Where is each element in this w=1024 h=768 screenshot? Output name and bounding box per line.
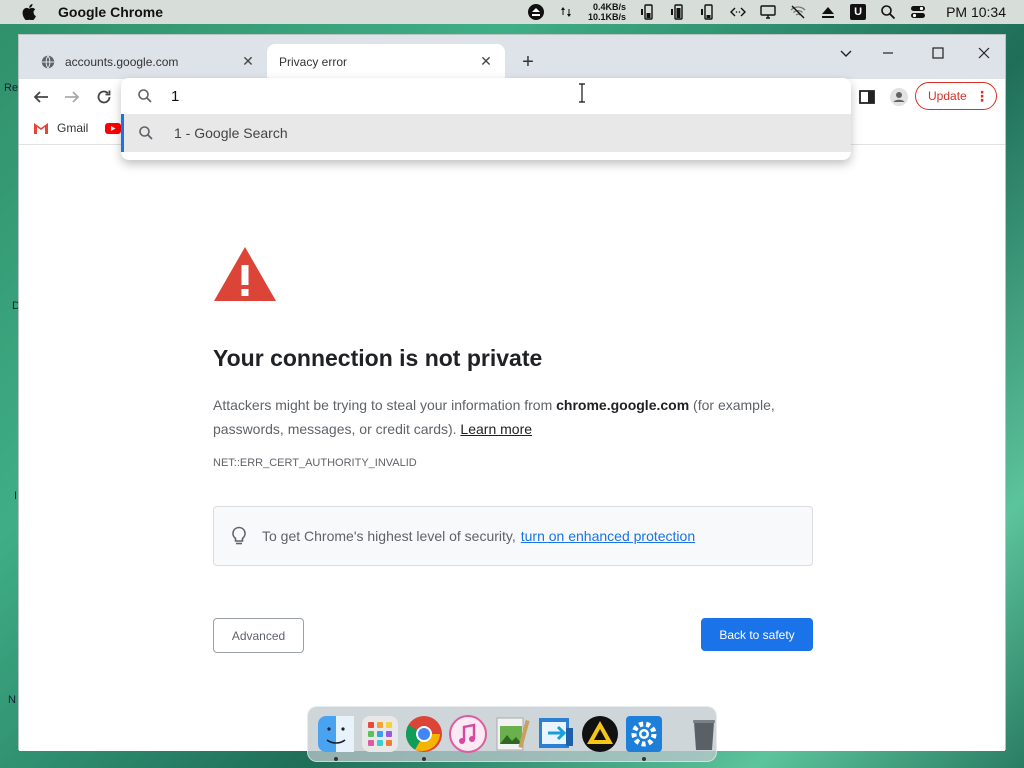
profile-avatar-icon[interactable] bbox=[887, 85, 911, 109]
page-title: Your connection is not private bbox=[213, 345, 543, 371]
dock-chrome[interactable] bbox=[404, 714, 444, 761]
trash-icon bbox=[693, 720, 715, 750]
interstitial-page: Your connection is not private Attackers… bbox=[19, 145, 1005, 751]
info-text: To get Chrome's highest level of securit… bbox=[262, 528, 516, 544]
desktop-label: Re bbox=[4, 82, 19, 94]
finder-icon bbox=[318, 716, 354, 752]
reload-icon[interactable] bbox=[92, 85, 116, 109]
dock-vlc[interactable] bbox=[580, 714, 620, 754]
dock-preview[interactable] bbox=[492, 714, 532, 754]
settings-icon bbox=[626, 716, 662, 752]
minimize-icon[interactable] bbox=[871, 41, 905, 65]
side-panel-icon[interactable] bbox=[855, 85, 879, 109]
itunes-icon bbox=[449, 715, 487, 753]
tab-search-chevron-icon[interactable] bbox=[829, 41, 863, 65]
tab-accounts-google[interactable]: accounts.google.com ✕ bbox=[29, 44, 267, 79]
tab-label: accounts.google.com bbox=[65, 54, 179, 69]
vlc-icon bbox=[582, 716, 618, 752]
menu-clock[interactable]: PM 10:34 bbox=[946, 4, 1006, 20]
bookmark-label: Gmail bbox=[57, 121, 89, 135]
gmail-icon bbox=[34, 123, 48, 134]
wifi-off-icon[interactable] bbox=[790, 4, 806, 20]
eject-triangle-icon[interactable] bbox=[820, 4, 836, 20]
launchpad-icon bbox=[362, 716, 398, 752]
new-tab-plus-icon[interactable]: + bbox=[517, 51, 539, 73]
lightbulb-icon bbox=[232, 526, 246, 545]
globe-icon bbox=[41, 55, 55, 68]
dock-launchpad[interactable] bbox=[360, 714, 400, 754]
enhanced-protection-link[interactable]: turn on enhanced protection bbox=[521, 528, 695, 544]
u-app-icon[interactable]: U bbox=[850, 4, 867, 20]
phone-battery-icon[interactable] bbox=[700, 4, 716, 20]
address-bar-input[interactable] bbox=[171, 87, 571, 105]
bookmark-gmail[interactable]: Gmail bbox=[33, 121, 88, 135]
error-code[interactable]: NET::ERR_CERT_AUTHORITY_INVALID bbox=[213, 457, 417, 469]
dock-itunes[interactable] bbox=[448, 714, 488, 754]
eject-icon[interactable] bbox=[528, 4, 545, 20]
warning-triangle-icon bbox=[214, 247, 276, 301]
spotlight-search-icon[interactable] bbox=[880, 4, 896, 20]
running-indicator bbox=[642, 757, 646, 761]
update-label: Update bbox=[928, 89, 967, 103]
learn-more-link[interactable]: Learn more bbox=[460, 421, 532, 437]
back-arrow-icon[interactable] bbox=[29, 85, 53, 109]
enhanced-protection-box: To get Chrome's highest level of securit… bbox=[213, 506, 813, 566]
omnibox-dropdown: 1 - Google Search bbox=[121, 78, 851, 160]
dock-migration[interactable] bbox=[536, 714, 576, 754]
forward-arrow-icon[interactable] bbox=[60, 85, 84, 109]
active-app-name[interactable]: Google Chrome bbox=[58, 4, 163, 20]
sync-icon[interactable] bbox=[558, 4, 574, 20]
tab-strip: accounts.google.com ✕ Privacy error ✕ + bbox=[19, 35, 1005, 79]
close-tab-icon[interactable]: ✕ bbox=[479, 53, 493, 69]
suggestion-text: 1 - Google Search bbox=[174, 125, 288, 141]
search-icon bbox=[138, 89, 152, 103]
apple-icon[interactable] bbox=[22, 4, 36, 20]
more-menu-icon[interactable]: ⋮ bbox=[975, 88, 989, 105]
running-indicator bbox=[334, 757, 338, 761]
running-indicator bbox=[422, 757, 426, 761]
tab-label: Privacy error bbox=[279, 54, 348, 69]
chrome-window: accounts.google.com ✕ Privacy error ✕ + … bbox=[18, 34, 1006, 751]
tab-privacy-error[interactable]: Privacy error ✕ bbox=[267, 44, 505, 79]
text-cursor-icon bbox=[579, 83, 585, 103]
phone-battery-icon[interactable] bbox=[670, 4, 686, 20]
warning-description: Attackers might be trying to steal your … bbox=[213, 393, 793, 441]
dock-system-preferences[interactable] bbox=[624, 714, 664, 761]
network-speed: 0.4KB/s 10.1KB/s bbox=[588, 2, 626, 22]
dock-finder[interactable] bbox=[316, 714, 356, 761]
code-arrows-icon[interactable] bbox=[730, 4, 747, 20]
photo-preview-icon bbox=[496, 717, 530, 751]
close-tab-icon[interactable]: ✕ bbox=[241, 53, 255, 69]
update-button[interactable]: Update ⋮ bbox=[915, 82, 997, 110]
search-icon bbox=[139, 126, 153, 140]
display-icon[interactable] bbox=[760, 4, 776, 20]
close-window-icon[interactable] bbox=[967, 41, 1001, 65]
dock bbox=[307, 706, 717, 762]
description-text: Attackers might be trying to steal your … bbox=[213, 397, 557, 413]
domain-name: chrome.google.com bbox=[556, 397, 690, 413]
back-to-safety-button[interactable]: Back to safety bbox=[701, 618, 813, 651]
chrome-icon bbox=[405, 716, 442, 752]
net-down-speed: 10.1KB/s bbox=[588, 12, 627, 22]
desktop-label: N bbox=[8, 694, 16, 706]
omnibox-suggestion[interactable]: 1 - Google Search bbox=[121, 114, 851, 152]
migration-icon bbox=[539, 718, 573, 748]
dock-trash[interactable] bbox=[684, 714, 724, 754]
net-up-speed: 0.4KB/s bbox=[593, 2, 627, 12]
omnibox-row bbox=[121, 78, 851, 114]
advanced-button[interactable]: Advanced bbox=[213, 618, 304, 653]
youtube-icon bbox=[105, 123, 121, 134]
phone-battery-icon[interactable] bbox=[640, 4, 656, 20]
desktop-label: I bbox=[14, 490, 18, 502]
menu-bar: Google Chrome 0.4KB/s 10.1KB/s U PM 10:3… bbox=[0, 0, 1024, 24]
control-center-icon[interactable] bbox=[910, 4, 926, 20]
maximize-icon[interactable] bbox=[921, 41, 955, 65]
